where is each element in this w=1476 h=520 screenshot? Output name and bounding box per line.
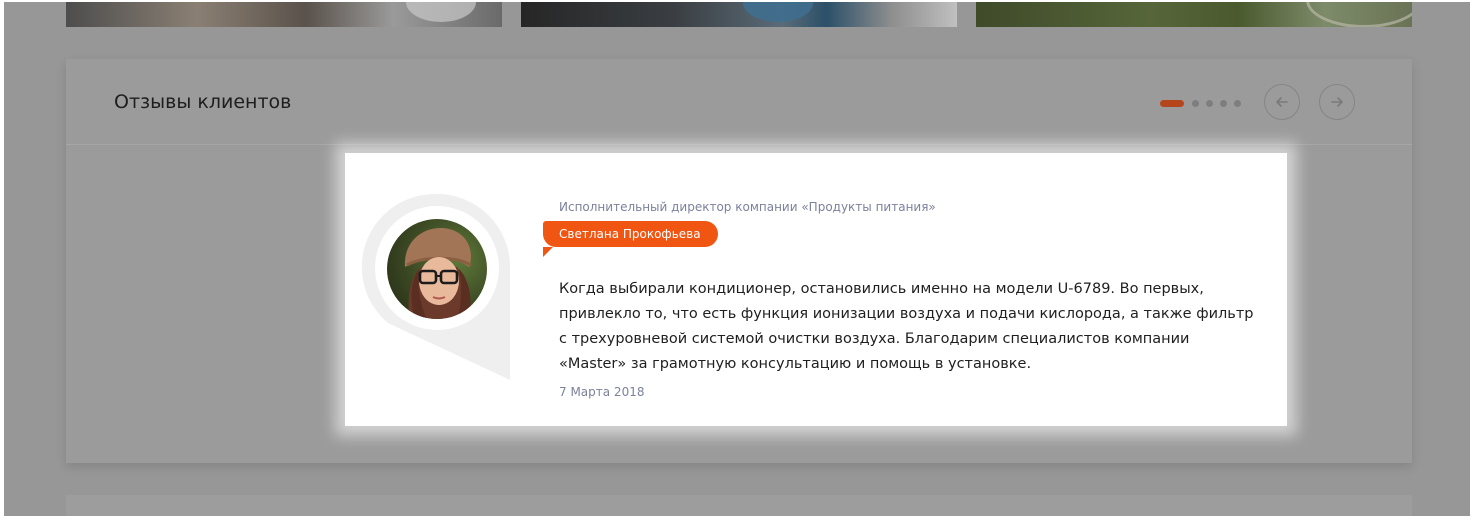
review-text: Когда выбирали кондиционер, остановились… [559, 281, 1254, 372]
reviewer-role: Исполнительный директор компании «Продук… [559, 200, 936, 214]
avatar [387, 219, 487, 319]
pagination-dot-5[interactable] [1234, 100, 1241, 107]
review-date: 7 Марта 2018 [559, 385, 645, 399]
review-card: Исполнительный директор компании «Продук… [345, 153, 1287, 426]
section-title: Отзывы клиентов [114, 91, 292, 113]
gallery-thumb-3[interactable] [976, 2, 1412, 27]
pagination-dot-4[interactable] [1220, 100, 1227, 107]
pagination-dot-1[interactable] [1160, 100, 1184, 107]
carousel-next-button[interactable] [1319, 84, 1355, 120]
avatar-photo [387, 219, 487, 319]
next-section [66, 495, 1412, 516]
arrow-left-icon [1276, 97, 1288, 107]
pagination-dot-2[interactable] [1192, 100, 1199, 107]
pagination-dot-3[interactable] [1206, 100, 1213, 107]
carousel-prev-button[interactable] [1264, 84, 1300, 120]
section-divider [66, 144, 1412, 145]
gallery-thumb-2[interactable] [521, 2, 957, 27]
page-overlay: Отзывы клиентов Исполнительный директор … [4, 2, 1470, 516]
gallery-thumb-1[interactable] [66, 2, 502, 27]
reviewer-name-badge: Светлана Прокофьева [543, 221, 718, 257]
arrow-right-icon [1331, 97, 1343, 107]
